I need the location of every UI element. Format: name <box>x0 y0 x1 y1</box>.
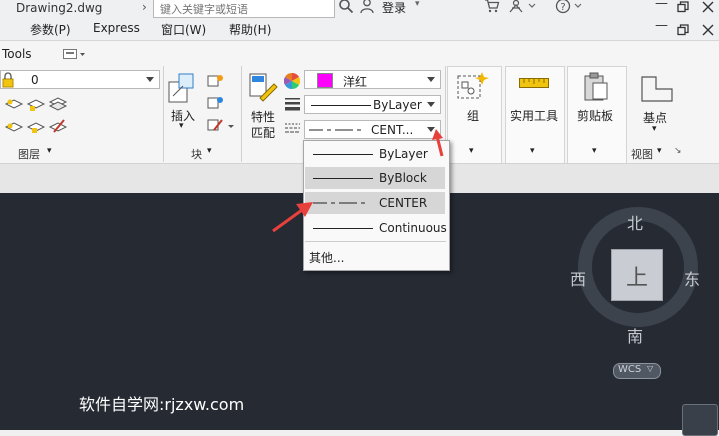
layer-tools-icon[interactable] <box>4 96 68 140</box>
ruler-icon[interactable] <box>519 78 549 88</box>
minimize-icon[interactable]: — <box>655 0 668 11</box>
linetype-option-byblock[interactable]: ByBlock <box>305 167 445 189</box>
linetype-option-continuous[interactable]: Continuous <box>305 217 447 239</box>
layer-panel-label[interactable]: 图层 <box>18 146 40 162</box>
base-dropdown-icon[interactable]: ▾ <box>652 124 657 134</box>
menu-bar: 参数(P) Express 窗口(W) 帮助(H) <box>0 18 719 41</box>
workspace-dropdown-icon[interactable] <box>63 48 87 60</box>
svg-text:?: ? <box>560 2 565 13</box>
block-tools-icon[interactable] <box>206 72 238 136</box>
lock-icon <box>2 72 14 88</box>
search-box[interactable] <box>153 0 335 18</box>
document-title: Drawing2.dwg <box>16 1 103 15</box>
clipboard-label[interactable]: 剪贴板 <box>577 107 613 124</box>
match-properties-icon[interactable] <box>248 72 278 104</box>
restore-icon[interactable] <box>677 1 689 13</box>
ribbon-tab-row <box>0 41 719 66</box>
clipboard-expand-icon[interactable]: ▾ <box>592 146 597 156</box>
view-panel-expand-icon[interactable]: ▾ <box>657 146 662 156</box>
option-label: CENTER <box>379 196 428 210</box>
title-chevron-icon[interactable]: › <box>142 0 147 14</box>
view-panel-launcher-icon[interactable]: ↘ <box>674 146 682 156</box>
group-expand-icon[interactable]: ▾ <box>469 146 474 156</box>
login-button[interactable]: 登录 <box>382 0 406 16</box>
wcs-dropdown-icon: ▽ <box>647 364 654 373</box>
linetype-combo[interactable]: CENT... <box>304 120 441 139</box>
viewcube-top-face[interactable]: 上 <box>611 249 663 301</box>
block-panel-label[interactable]: 块 <box>191 146 202 162</box>
annotation-arrow-icon <box>432 129 444 157</box>
insert-block-icon[interactable] <box>167 72 197 104</box>
wcs-menu[interactable]: WCS ▽ <box>613 363 661 379</box>
menu-express[interactable]: Express <box>93 21 140 35</box>
utilities-label[interactable]: 实用工具 <box>510 107 558 124</box>
linetype-value: CENT... <box>371 123 414 137</box>
compass-east[interactable]: 东 <box>684 266 700 290</box>
color-swatch <box>317 73 333 88</box>
doc-restore-icon[interactable] <box>677 24 689 36</box>
group-icon[interactable] <box>456 70 490 102</box>
base-point-icon[interactable] <box>640 75 674 103</box>
compass-north[interactable]: 北 <box>627 210 643 234</box>
linetype-dropdown: ByLayer ByBlock CENTER Continuous 其他... <box>303 140 450 271</box>
option-label: Continuous <box>379 221 447 235</box>
lineweight-value: ByLayer <box>373 98 422 112</box>
menu-window[interactable]: 窗口(W) <box>161 21 206 38</box>
lineweight-icon[interactable] <box>285 97 300 111</box>
option-label: ByBlock <box>379 171 427 185</box>
linetype-option-bylayer[interactable]: ByLayer <box>305 143 445 165</box>
linetype-icon[interactable] <box>285 122 300 134</box>
clipboard-icon[interactable] <box>583 70 609 102</box>
a360-icon[interactable] <box>508 0 538 13</box>
search-icon[interactable] <box>338 0 354 14</box>
color-wheel-icon[interactable] <box>284 73 300 89</box>
linetype-option-other[interactable]: 其他... <box>309 249 344 266</box>
cart-icon[interactable] <box>484 0 500 13</box>
linetype-option-center[interactable]: CENTER <box>305 192 445 214</box>
block-panel-expand-icon[interactable]: ▾ <box>207 146 212 156</box>
menu-help[interactable]: 帮助(H) <box>229 21 271 38</box>
wcs-label: WCS <box>618 364 642 375</box>
color-value: 洋红 <box>343 75 368 89</box>
group-label[interactable]: 组 <box>467 107 479 124</box>
doc-minimize-icon[interactable]: — <box>655 18 668 33</box>
navigation-bar-button[interactable] <box>682 404 718 436</box>
compass-south[interactable]: 南 <box>627 323 643 347</box>
login-dropdown-icon[interactable]: ▾ <box>415 0 420 9</box>
search-input[interactable] <box>158 2 332 17</box>
watermark-text: 软件自学网:rjzxw.com <box>79 395 245 414</box>
color-combo[interactable]: 洋红 <box>304 70 441 89</box>
doc-close-icon[interactable] <box>702 24 714 36</box>
compass-west[interactable]: 西 <box>570 266 586 290</box>
match-label-2[interactable]: 匹配 <box>251 124 275 141</box>
insert-dropdown-icon[interactable]: ▾ <box>179 121 184 131</box>
layer-value: 0 <box>31 73 39 87</box>
option-label: ByLayer <box>379 147 428 161</box>
utilities-expand-icon[interactable]: ▾ <box>530 146 535 156</box>
help-icon[interactable]: ? <box>555 0 585 14</box>
menu-parametric[interactable]: 参数(P) <box>30 21 71 38</box>
close-icon[interactable] <box>702 1 714 13</box>
view-panel-label[interactable]: 视图 <box>631 146 653 162</box>
viewcube-face-label: 上 <box>626 266 649 291</box>
tab-tools[interactable]: Tools <box>2 47 32 61</box>
annotation-arrow-icon <box>272 202 313 233</box>
layer-panel-expand-icon[interactable]: ▾ <box>47 146 52 156</box>
dropdown-divider <box>305 241 446 242</box>
lineweight-combo[interactable]: ByLayer <box>304 95 441 114</box>
match-label-1[interactable]: 特性 <box>251 108 275 125</box>
layer-combo[interactable]: 0 <box>0 70 160 89</box>
user-icon[interactable] <box>360 0 374 14</box>
